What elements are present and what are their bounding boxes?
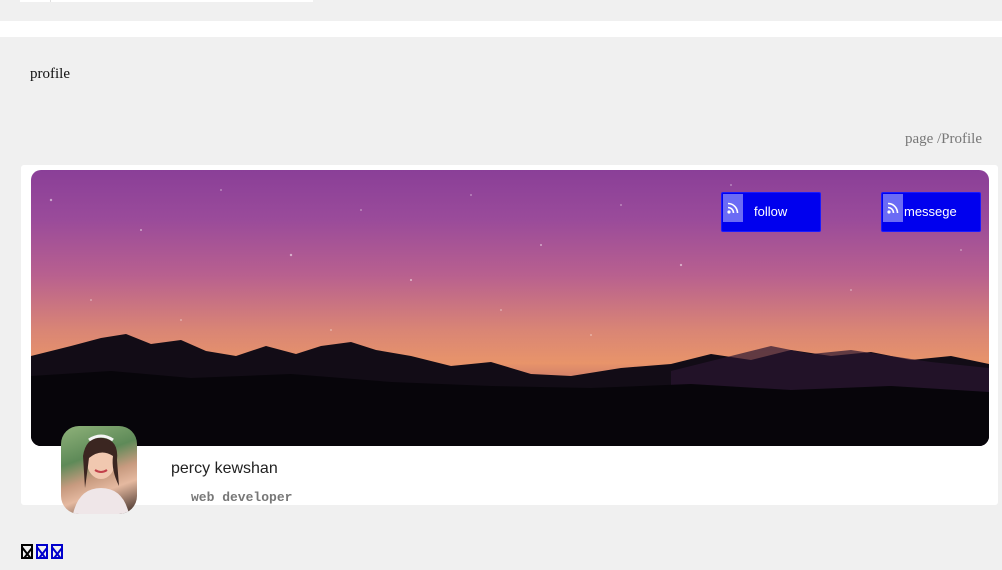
missing-glyph-icon[interactable] [21, 544, 33, 559]
top-button[interactable] [20, 0, 51, 2]
missing-glyph-icon[interactable] [51, 544, 63, 559]
user-name: percy kewshan [171, 460, 278, 477]
profile-card: follow messege percy kewshan web develop… [21, 165, 998, 514]
rss-icon [723, 194, 743, 222]
follow-label: follow [754, 204, 788, 219]
rss-icon [883, 194, 903, 222]
mountains-silhouette [31, 334, 989, 446]
avatar [61, 426, 137, 514]
breadcrumb: page /Profile [904, 131, 982, 147]
message-label: messege [904, 204, 957, 219]
footer-icon-row [21, 544, 63, 559]
top-bar [0, 0, 1002, 21]
missing-glyph-icon[interactable] [36, 544, 48, 559]
message-button[interactable]: messege [881, 192, 981, 232]
user-role: web developer [191, 490, 293, 505]
page-title: profile [30, 66, 70, 82]
follow-button[interactable]: follow [721, 192, 821, 232]
avatar-photo [73, 434, 129, 514]
cover-image: follow messege [31, 170, 989, 446]
header-divider [0, 21, 1002, 37]
top-search-input[interactable] [51, 0, 313, 2]
